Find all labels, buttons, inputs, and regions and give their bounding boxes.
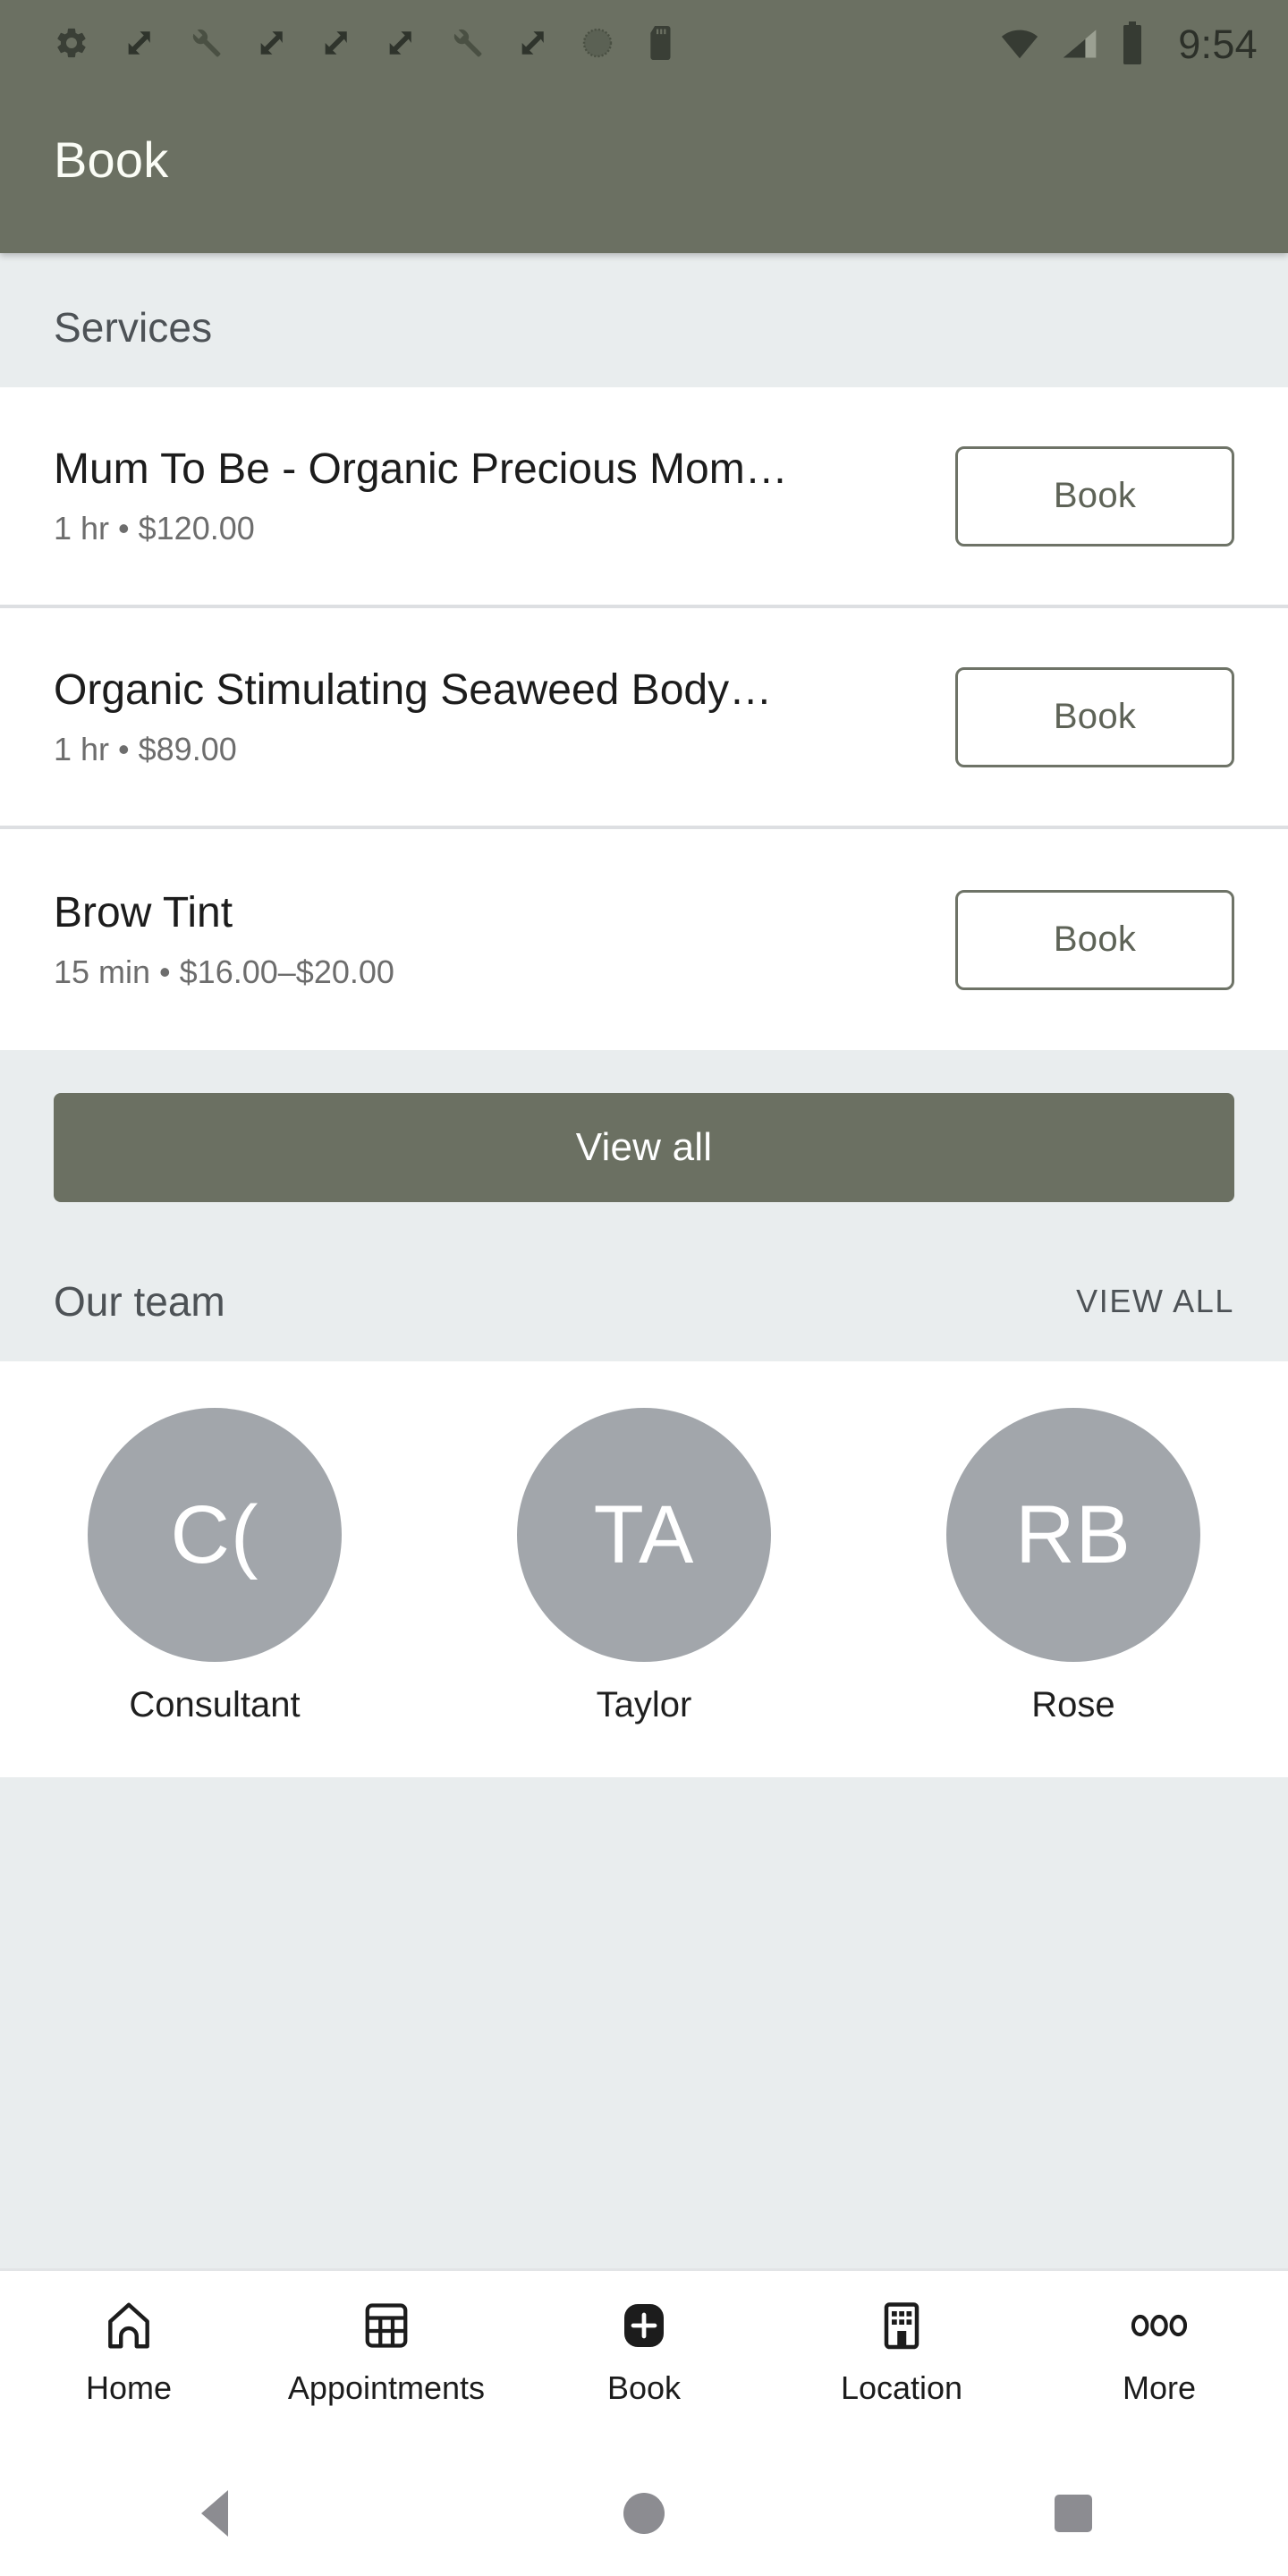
resize-icon — [123, 28, 154, 63]
view-all-services-wrap: View all — [0, 1050, 1288, 1238]
nav-item-more[interactable]: More — [1030, 2296, 1288, 2407]
service-row[interactable]: Brow Tint 15 min • $16.00–$20.00 Book — [0, 829, 1288, 1050]
nav-label: Location — [840, 2369, 963, 2406]
app-screen: 9:54 Book Services Mum To Be - Organic P… — [0, 0, 1288, 2576]
page-title: Book — [54, 131, 169, 188]
system-recents-button[interactable] — [859, 2495, 1288, 2532]
nav-item-appointments[interactable]: Appointments — [258, 2296, 515, 2407]
status-bar-clock: 9:54 — [1178, 21, 1258, 67]
status-bar-system-icons: 9:54 — [999, 21, 1258, 69]
book-service-button[interactable]: Book — [955, 889, 1234, 990]
resize-icon — [256, 28, 286, 63]
resize-icon — [385, 28, 415, 63]
team-member-name: Taylor — [596, 1685, 692, 1724]
service-info: Organic Stimulating Seaweed Body… 1 hr •… — [54, 665, 955, 768]
nav-item-home[interactable]: Home — [0, 2296, 258, 2407]
book-service-button[interactable]: Book — [955, 445, 1234, 547]
service-meta: 15 min • $16.00–$20.00 — [54, 953, 394, 990]
sdcard-icon — [648, 25, 676, 64]
services-title: Services — [54, 304, 213, 351]
wrench-icon — [449, 26, 483, 64]
services-section-header: Services — [0, 253, 1288, 387]
android-system-navigation — [0, 2451, 1288, 2576]
nav-item-location[interactable]: Location — [773, 2296, 1030, 2407]
recents-square-icon — [1055, 2495, 1092, 2532]
service-row[interactable]: Organic Stimulating Seaweed Body… 1 hr •… — [0, 608, 1288, 829]
avatar: RB — [946, 1408, 1200, 1662]
service-meta: 1 hr • $120.00 — [54, 509, 255, 547]
resize-icon — [517, 28, 547, 63]
building-icon — [875, 2296, 928, 2355]
more-dots-icon — [1131, 2296, 1187, 2355]
avatar: TA — [517, 1408, 771, 1662]
service-info: Brow Tint 15 min • $16.00–$20.00 — [54, 888, 955, 991]
nav-label: Appointments — [287, 2369, 486, 2406]
nav-item-book[interactable]: Book — [515, 2296, 773, 2407]
team-member[interactable]: RB Rose — [859, 1408, 1288, 1725]
home-circle-icon — [623, 2493, 665, 2534]
team-member-name: Consultant — [129, 1685, 301, 1724]
app-bar: 9:54 Book — [0, 0, 1288, 253]
team-section-header: Our team VIEW ALL — [0, 1238, 1288, 1361]
team-member-name: Rose — [1031, 1685, 1115, 1724]
team-member[interactable]: TA Taylor — [429, 1408, 859, 1725]
view-all-services-button[interactable]: View all — [54, 1093, 1234, 1202]
service-name: Brow Tint — [54, 889, 233, 937]
circle-dotted-icon — [581, 27, 614, 64]
team-view-all-link[interactable]: VIEW ALL — [1076, 1283, 1234, 1320]
book-service-button[interactable]: Book — [955, 666, 1234, 767]
service-info: Mum To Be - Organic Precious Mom… 1 hr •… — [54, 445, 955, 547]
empty-space — [0, 1777, 1288, 2162]
services-list: Mum To Be - Organic Precious Mom… 1 hr •… — [0, 387, 1288, 1050]
wifi-icon — [999, 22, 1040, 68]
service-name: Mum To Be - Organic Precious Mom… — [54, 445, 788, 494]
bottom-navigation-bar: Home Appointments Book Location More — [0, 2268, 1288, 2451]
nav-label: Home — [85, 2369, 173, 2406]
cellular-signal-icon — [1060, 23, 1099, 67]
system-back-button[interactable] — [0, 2490, 429, 2537]
home-icon — [101, 2296, 157, 2355]
service-name: Organic Stimulating Seaweed Body… — [54, 666, 773, 715]
service-meta: 1 hr • $89.00 — [54, 730, 237, 767]
back-triangle-icon — [201, 2490, 228, 2537]
team-title: Our team — [54, 1278, 225, 1325]
team-member[interactable]: C( Consultant — [0, 1408, 429, 1725]
status-bar: 9:54 — [0, 0, 1288, 89]
nav-label: More — [1122, 2369, 1197, 2406]
scroll-content: Services Mum To Be - Organic Precious Mo… — [0, 253, 1288, 2268]
team-members-list: C( Consultant TA Taylor RB Rose — [0, 1361, 1288, 1777]
wrench-icon — [188, 26, 222, 64]
avatar: C( — [88, 1408, 342, 1662]
battery-full-icon — [1119, 21, 1146, 69]
calendar-grid-icon — [360, 2296, 413, 2355]
nav-label: Book — [606, 2369, 682, 2406]
plus-square-icon — [617, 2296, 671, 2355]
system-home-button[interactable] — [429, 2493, 859, 2534]
resize-icon — [320, 28, 351, 63]
service-row[interactable]: Mum To Be - Organic Precious Mom… 1 hr •… — [0, 387, 1288, 608]
status-bar-notification-icons — [54, 25, 999, 65]
gear-icon — [54, 25, 89, 65]
